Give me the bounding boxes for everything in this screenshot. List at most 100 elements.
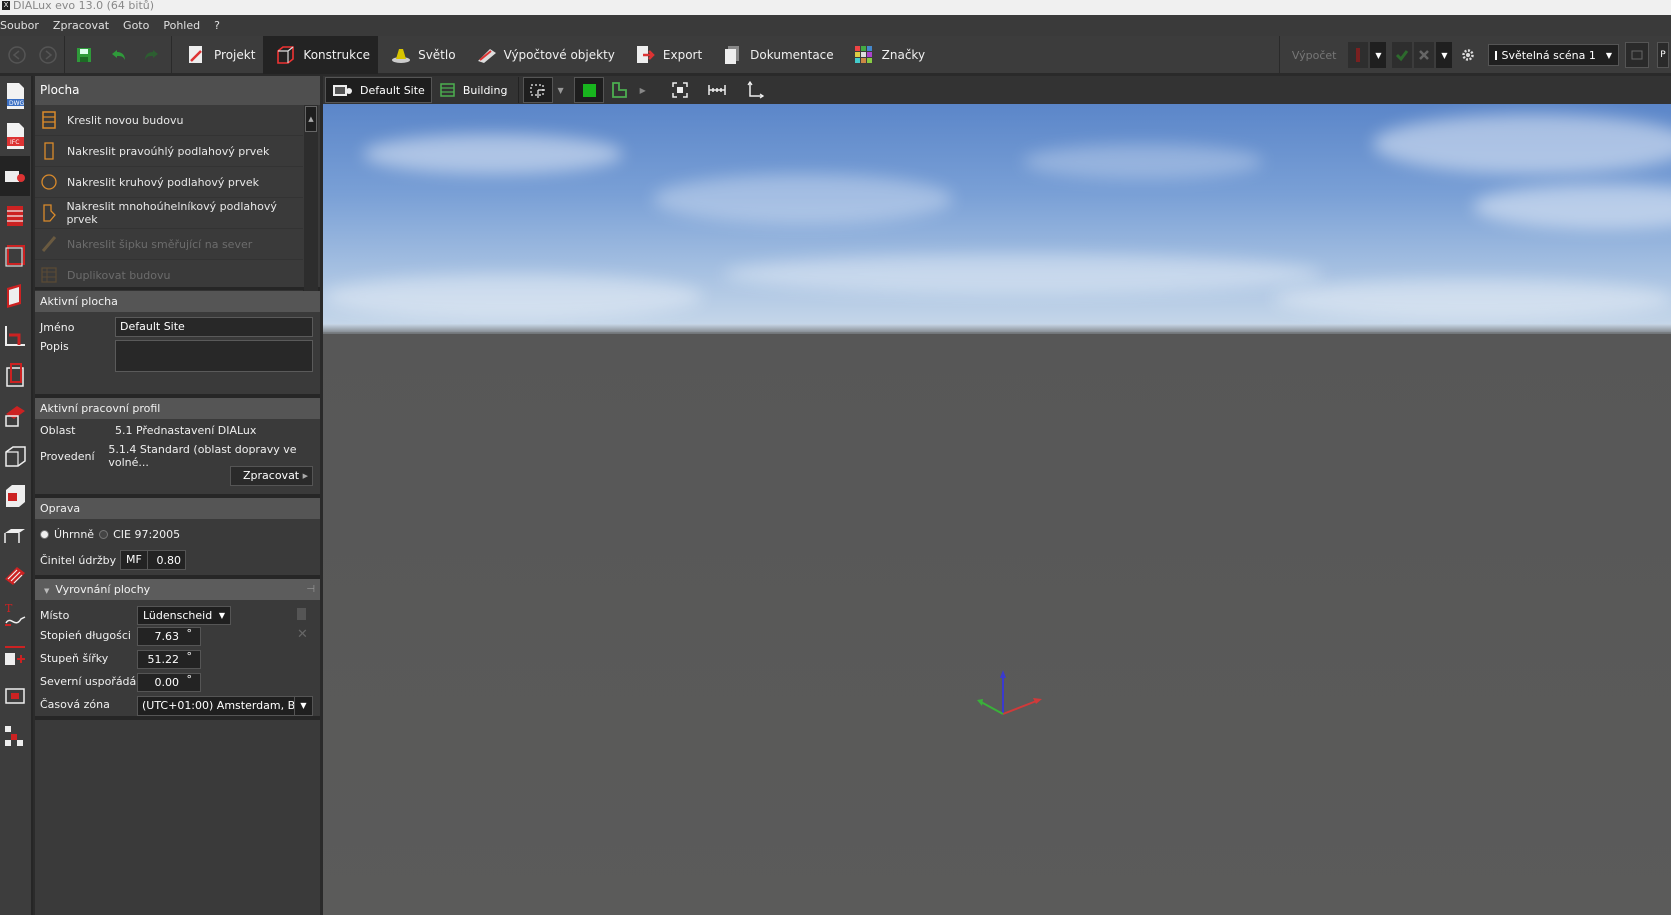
list-item-draw-polygon-floor[interactable]: Nakreslit mnohoúhelníkový podlahový prve… — [35, 198, 303, 229]
list-item-draw-circle-floor[interactable]: Nakreslit kruhový podlahový prvek — [35, 167, 303, 198]
menu-goto[interactable]: Goto — [116, 19, 156, 32]
group-tool-button[interactable] — [0, 716, 30, 756]
selection-mode-button[interactable] — [523, 77, 554, 103]
place-info-icon[interactable] — [297, 608, 306, 620]
2d-view-button[interactable] — [604, 77, 634, 103]
tab-default-site[interactable]: Default Site — [325, 77, 432, 103]
place-row: Místo Lüdenscheid ▼ — [35, 606, 306, 625]
north-field[interactable]: 0.00 ° — [137, 673, 201, 692]
longitude-field[interactable]: 7.63 ° — [137, 627, 201, 646]
project-icon — [186, 45, 206, 65]
measure-tool-button[interactable] — [0, 636, 30, 676]
wall-tool-button[interactable] — [0, 276, 30, 316]
furniture-tool-button[interactable] — [0, 476, 30, 516]
tab-dokumentace[interactable]: Dokumentace — [710, 36, 841, 74]
tab-znacky[interactable]: Značky — [842, 36, 933, 74]
ceiling-tool-button[interactable] — [0, 436, 30, 476]
scene-manage-button[interactable] — [1625, 42, 1649, 68]
marks-icon — [854, 45, 874, 65]
list-scrollbar[interactable]: ▲ — [304, 105, 318, 291]
redo-button[interactable] — [135, 36, 169, 74]
menu-soubor[interactable]: Soubor — [0, 19, 46, 32]
3d-viewport[interactable] — [320, 104, 1671, 915]
north-label: Severní uspořádání — [40, 675, 147, 688]
roof-tool-button[interactable] — [0, 396, 30, 436]
room-tool-button[interactable] — [0, 236, 30, 276]
place-value: Lüdenscheid — [143, 609, 213, 622]
properties-panel: Plocha Kreslit novou budovu Nakreslit pr… — [35, 76, 320, 915]
measure-horizontal-button[interactable] — [696, 77, 738, 103]
building-tool-button[interactable] — [0, 196, 30, 236]
latitude-field[interactable]: 51.22 ° — [137, 650, 201, 669]
calc-ok-button[interactable] — [1392, 42, 1413, 68]
tab-svetlo[interactable]: Světlo — [378, 36, 463, 74]
ruler-horizontal-icon — [708, 85, 726, 95]
light-scene-select[interactable]: Světelná scéna 1 ▼ — [1488, 44, 1619, 66]
chevron-right-icon[interactable]: ▶ — [640, 86, 646, 95]
description-field[interactable] — [115, 340, 313, 372]
measure-axis-button[interactable] — [738, 77, 772, 103]
undo-button[interactable] — [101, 36, 135, 74]
site-tool-button[interactable] — [0, 156, 30, 196]
radio-total[interactable] — [40, 530, 49, 539]
toolbar-separator — [518, 77, 520, 103]
back-button[interactable] — [0, 36, 34, 74]
name-row: Jméno Default Site — [35, 317, 313, 337]
circle-icon — [41, 173, 57, 191]
list-item-draw-building[interactable]: Kreslit novou budovu — [35, 105, 303, 136]
material-tool-button[interactable] — [0, 556, 30, 596]
description-row: Popis — [35, 340, 313, 372]
calc-start-button[interactable] — [1348, 42, 1369, 68]
tab-export[interactable]: Export — [623, 36, 710, 74]
active-area-section: Jméno Default Site Popis — [35, 312, 320, 398]
calc-button[interactable]: Výpočet — [1278, 36, 1349, 74]
tab-building[interactable]: Building — [432, 77, 515, 103]
process-profile-button[interactable]: Zpracovat ▶ — [230, 466, 313, 486]
degree-unit: ° — [186, 627, 193, 640]
main-toolbar: Projekt Konstrukce Světlo Výpočtové obje… — [0, 35, 1671, 76]
name-field[interactable]: Default Site — [115, 317, 313, 337]
tab-vypoctove-objekty[interactable]: Výpočtové objekty — [464, 36, 623, 74]
pin-icon[interactable]: ⊣ — [306, 579, 315, 600]
forward-button[interactable] — [34, 36, 62, 74]
zoom-fit-button[interactable] — [664, 77, 696, 103]
dwg-import-button[interactable]: DWG — [0, 76, 30, 116]
text-tool-button[interactable]: T — [0, 596, 30, 636]
process-button-label: Zpracovat — [243, 469, 300, 482]
alignment-header[interactable]: ▼ Vyrovnání plochy ⊣ — [35, 579, 320, 600]
3d-view-button[interactable] — [573, 77, 604, 103]
north-row: Severní uspořádání — [35, 675, 146, 688]
tab-konstrukce[interactable]: Konstrukce — [263, 35, 379, 74]
scroll-up-icon[interactable]: ▲ — [305, 106, 317, 132]
radio-cie[interactable] — [99, 530, 109, 539]
settings-button[interactable] — [1458, 42, 1478, 68]
floor-tool-button[interactable] — [0, 316, 30, 356]
tab-konstrukce-label: Konstrukce — [303, 47, 371, 62]
menu-zpracovat[interactable]: Zpracovat — [46, 19, 116, 32]
ifc-import-button[interactable]: IFC — [0, 116, 30, 156]
cloud — [1273, 279, 1671, 319]
list-item-label: Duplikovat budovu — [67, 268, 171, 282]
screen-tool-button[interactable] — [0, 676, 30, 716]
calc-dropdown[interactable]: ▼ — [1370, 42, 1387, 68]
menu-help[interactable]: ? — [207, 19, 227, 32]
reset-location-icon[interactable]: ✕ — [297, 627, 308, 642]
timezone-select[interactable]: (UTC+01:00) Amsterdam, Berlín ▼ — [137, 696, 313, 716]
staircase-tool-button[interactable] — [0, 516, 30, 556]
chevron-down-icon[interactable]: ▼ — [557, 86, 563, 95]
save-button[interactable] — [67, 36, 101, 74]
ground-plane — [323, 334, 1671, 915]
panel-toggle-button[interactable]: P — [1657, 42, 1669, 68]
maintenance-factor-field[interactable]: MF 0.80 — [120, 550, 186, 570]
calc-cancel-button[interactable] — [1414, 42, 1435, 68]
degree-unit: ° — [186, 650, 193, 663]
place-select[interactable]: Lüdenscheid ▼ — [137, 606, 231, 625]
tab-znacky-label: Značky — [881, 47, 926, 62]
list-item-draw-rect-floor[interactable]: Nakreslit pravoúhlý podlahový prvek — [35, 136, 303, 167]
opening-tool-button[interactable] — [0, 356, 30, 396]
timezone-value: (UTC+01:00) Amsterdam, Berlín — [142, 699, 313, 712]
cancel-dropdown[interactable]: ▼ — [1436, 42, 1453, 68]
tab-projekt[interactable]: Projekt — [174, 36, 263, 74]
menu-pohled[interactable]: Pohled — [156, 19, 207, 32]
chevron-down-icon: ▼ — [218, 611, 225, 620]
